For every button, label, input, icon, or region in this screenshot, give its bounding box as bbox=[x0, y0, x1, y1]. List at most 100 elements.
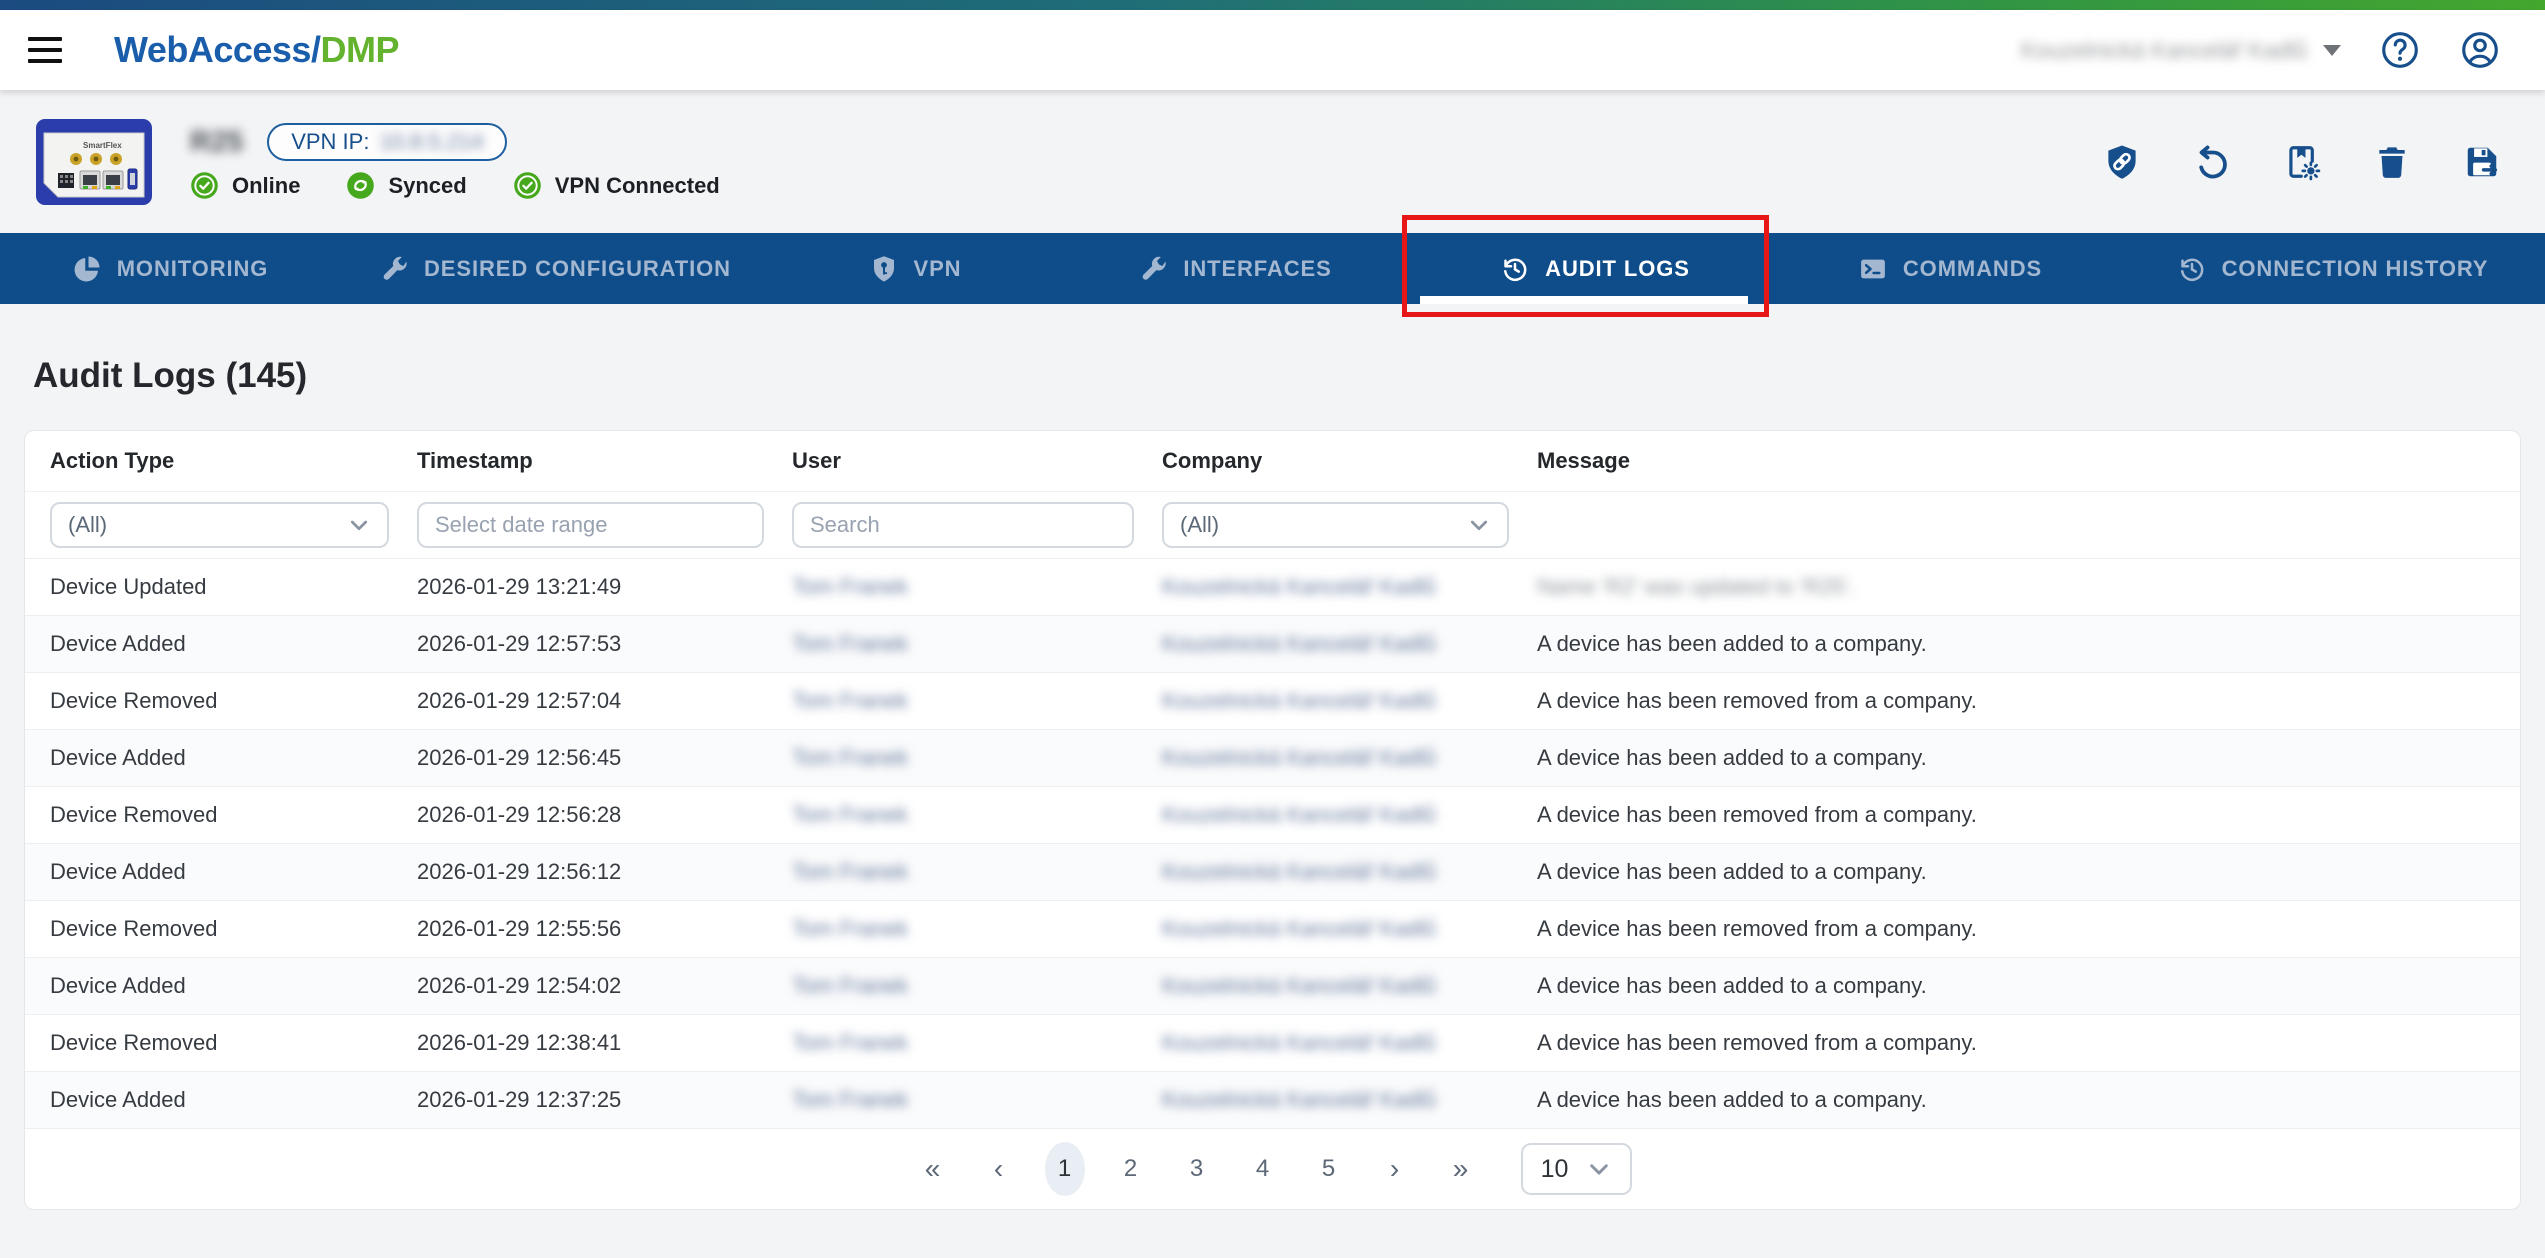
action-type-filter[interactable]: (All) bbox=[50, 502, 389, 548]
history-icon bbox=[2177, 254, 2207, 284]
date-range-input[interactable] bbox=[417, 502, 764, 548]
page-button-3[interactable]: 3 bbox=[1177, 1142, 1217, 1196]
main-content: Audit Logs (145) Action TypeTimestampUse… bbox=[0, 356, 2545, 1210]
cell-timestamp: 2026-01-29 12:54:02 bbox=[417, 973, 792, 999]
tab-commands[interactable]: COMMANDS bbox=[1780, 233, 2120, 304]
cell-message: A device has been removed from a company… bbox=[1537, 916, 2495, 942]
check-circle-icon bbox=[513, 171, 542, 200]
page-button-1[interactable]: 1 bbox=[1045, 1142, 1085, 1196]
check-circle-icon bbox=[190, 171, 219, 200]
cell-timestamp: 2026-01-29 12:57:53 bbox=[417, 631, 792, 657]
cell-action-type: Device Updated bbox=[50, 574, 417, 600]
column-header-company: Company bbox=[1162, 448, 1537, 474]
cell-user-redacted: Tom Franek bbox=[792, 631, 1162, 657]
cell-timestamp: 2026-01-29 12:56:12 bbox=[417, 859, 792, 885]
page-button-4[interactable]: 4 bbox=[1243, 1142, 1283, 1196]
device-configuration-button[interactable] bbox=[2283, 143, 2321, 181]
cell-action-type: Device Removed bbox=[50, 802, 417, 828]
cell-message: A device has been removed from a company… bbox=[1537, 688, 2495, 714]
cell-company-redacted: Kouzelnická Kancelář Kadlů bbox=[1162, 745, 1537, 771]
chevron-down-icon bbox=[1467, 513, 1491, 537]
last-page-button[interactable]: » bbox=[1441, 1154, 1481, 1184]
delete-device-button[interactable] bbox=[2373, 143, 2411, 181]
device-nav-bar: MONITORING DESIRED CONFIGURATION VPN INTERF… bbox=[0, 233, 2545, 304]
cell-timestamp: 2026-01-29 12:56:28 bbox=[417, 802, 792, 828]
table-row: Device Removed2026-01-29 12:56:28Tom Fra… bbox=[25, 786, 2520, 843]
cell-company-redacted: Kouzelnická Kancelář Kadlů bbox=[1162, 1030, 1537, 1056]
tab-label: DESIRED CONFIGURATION bbox=[424, 256, 731, 282]
user-search-input[interactable] bbox=[792, 502, 1134, 548]
cell-company-redacted: Kouzelnická Kancelář Kadlů bbox=[1162, 688, 1537, 714]
table-header-row: Action TypeTimestampUserCompanyMessage bbox=[25, 431, 2520, 492]
table-row: Device Added2026-01-29 12:56:45Tom Frane… bbox=[25, 729, 2520, 786]
next-page-button[interactable]: › bbox=[1375, 1154, 1415, 1184]
account-button[interactable] bbox=[2459, 29, 2501, 71]
help-button[interactable] bbox=[2379, 29, 2421, 71]
cell-user-redacted: Tom Franek bbox=[792, 973, 1162, 999]
menu-button[interactable] bbox=[28, 37, 62, 63]
cell-user-redacted: Tom Franek bbox=[792, 1030, 1162, 1056]
logo-primary-text: WebAccess/ bbox=[114, 29, 320, 70]
column-header-user: User bbox=[792, 448, 1162, 474]
page-size-select[interactable]: 10 bbox=[1521, 1143, 1633, 1195]
tab-desired-configuration[interactable]: DESIRED CONFIGURATION bbox=[340, 233, 770, 304]
cell-user-redacted: Tom Franek bbox=[792, 688, 1162, 714]
cell-action-type: Device Added bbox=[50, 631, 417, 657]
status-label: Synced bbox=[388, 173, 466, 199]
brand-gradient-strip bbox=[0, 0, 2545, 10]
history-icon bbox=[1500, 254, 1530, 284]
tab-interfaces[interactable]: INTERFACES bbox=[1060, 233, 1410, 304]
cell-action-type: Device Removed bbox=[50, 688, 417, 714]
cell-timestamp: 2026-01-29 12:55:56 bbox=[417, 916, 792, 942]
previous-page-button[interactable]: ‹ bbox=[979, 1154, 1019, 1184]
monitoring-icon bbox=[72, 254, 102, 284]
cell-message: A device has been added to a company. bbox=[1537, 973, 2495, 999]
cell-timestamp: 2026-01-29 12:57:04 bbox=[417, 688, 792, 714]
tab-connection-history[interactable]: CONNECTION HISTORY bbox=[2120, 233, 2545, 304]
page-button-5[interactable]: 5 bbox=[1309, 1142, 1349, 1196]
vpn-shield-link-button[interactable] bbox=[2103, 143, 2141, 181]
table-row: Device Removed2026-01-29 12:55:56Tom Fra… bbox=[25, 900, 2520, 957]
save-export-icon bbox=[2463, 143, 2501, 181]
page-title: Audit Logs (145) bbox=[33, 356, 2521, 396]
column-header-action-type: Action Type bbox=[50, 448, 417, 474]
table-row: Device Updated2026-01-29 13:21:49Tom Fra… bbox=[25, 558, 2520, 615]
company-selector[interactable]: Kouzelnická Kancelář Kadlů bbox=[2021, 37, 2341, 64]
cell-action-type: Device Added bbox=[50, 745, 417, 771]
shield-key-icon bbox=[869, 254, 899, 284]
reboot-button[interactable] bbox=[2193, 143, 2231, 181]
cell-timestamp: 2026-01-29 13:21:49 bbox=[417, 574, 792, 600]
tab-label: INTERFACES bbox=[1183, 256, 1331, 282]
device-config-icon bbox=[2283, 143, 2321, 181]
device-header: SmartFlex R25 VPN IP: 10.8.5.214 OnlineS… bbox=[0, 90, 2545, 233]
cell-message: A device has been added to a company. bbox=[1537, 1087, 2495, 1113]
cell-company-redacted: Kouzelnická Kancelář Kadlů bbox=[1162, 574, 1537, 600]
pagination: « ‹ 12345 › » 10 bbox=[25, 1128, 2520, 1209]
cell-action-type: Device Added bbox=[50, 859, 417, 885]
tab-monitoring[interactable]: MONITORING bbox=[0, 233, 340, 304]
tab-vpn[interactable]: VPN bbox=[770, 233, 1060, 304]
cell-timestamp: 2026-01-29 12:56:45 bbox=[417, 745, 792, 771]
status-label: Online bbox=[232, 173, 300, 199]
company-name: Kouzelnická Kancelář Kadlů bbox=[2021, 37, 2307, 64]
device-info: R25 VPN IP: 10.8.5.214 OnlineSyncedVPN C… bbox=[190, 123, 720, 200]
table-body: Device Updated2026-01-29 13:21:49 Tom Fra… bbox=[25, 558, 2520, 1128]
wrench-icon bbox=[1138, 254, 1168, 284]
cell-timestamp: 2026-01-29 12:38:41 bbox=[417, 1030, 792, 1056]
cell-action-type: Device Removed bbox=[50, 1030, 417, 1056]
cell-user-redacted: Tom Franek bbox=[792, 859, 1162, 885]
cell-company-redacted: Kouzelnická Kancelář Kadlů bbox=[1162, 802, 1537, 828]
export-save-button[interactable] bbox=[2463, 143, 2501, 181]
device-toolbar bbox=[2103, 143, 2501, 181]
status-label: VPN Connected bbox=[555, 173, 720, 199]
tab-label: CONNECTION HISTORY bbox=[2222, 256, 2489, 282]
first-page-button[interactable]: « bbox=[913, 1154, 953, 1184]
cell-message: A device has been removed from a company… bbox=[1537, 1030, 2495, 1056]
company-filter[interactable]: (All) bbox=[1162, 502, 1509, 548]
chevron-down-icon bbox=[347, 513, 371, 537]
page-button-2[interactable]: 2 bbox=[1111, 1142, 1151, 1196]
trash-icon bbox=[2373, 143, 2411, 181]
column-header-timestamp: Timestamp bbox=[417, 448, 792, 474]
sync-circle-icon bbox=[346, 171, 375, 200]
tab-audit-logs[interactable]: AUDIT LOGS bbox=[1410, 233, 1780, 304]
